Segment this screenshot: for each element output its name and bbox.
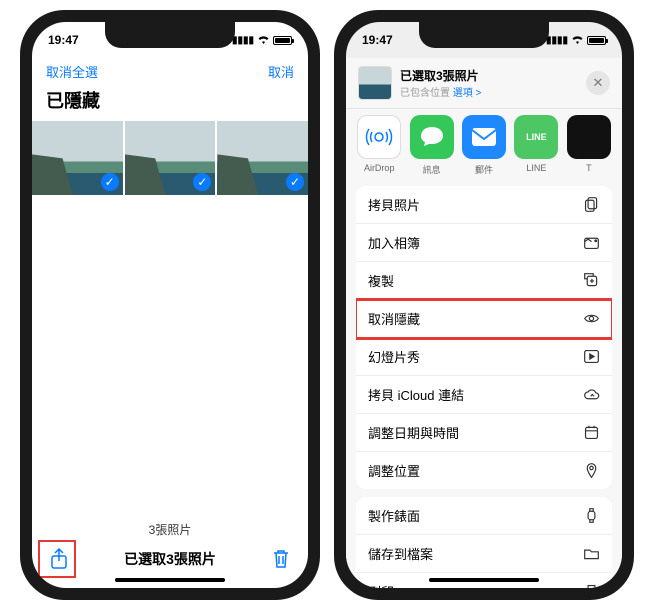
action-label: 拷貝照片 xyxy=(368,195,420,214)
battery-icon xyxy=(273,36,292,45)
notch xyxy=(105,22,235,48)
action-group: 拷貝照片加入相簿複製取消隱藏幻燈片秀拷貝 iCloud 連結調整日期與時間調整位… xyxy=(356,186,612,489)
app-icon: LINE xyxy=(514,115,558,159)
action-label: 儲存到檔案 xyxy=(368,544,433,563)
action-cloud[interactable]: 拷貝 iCloud 連結 xyxy=(356,376,612,414)
photo-thumb[interactable]: ✓ xyxy=(125,121,216,195)
signal-icon: ▮▮▮▮ xyxy=(546,35,568,46)
app-郵件[interactable]: 郵件 xyxy=(461,115,507,176)
action-label: 製作錶面 xyxy=(368,506,420,525)
action-label: 取消隱藏 xyxy=(368,309,420,328)
home-indicator[interactable] xyxy=(115,578,225,582)
action-list: 拷貝照片加入相簿複製取消隱藏幻燈片秀拷貝 iCloud 連結調整日期與時間調整位… xyxy=(346,180,622,588)
wifi-icon xyxy=(257,35,270,45)
check-icon: ✓ xyxy=(101,173,119,191)
copy-icon xyxy=(582,196,600,214)
action-album[interactable]: 加入相簿 xyxy=(356,224,612,262)
clock: 19:47 xyxy=(48,33,79,47)
action-label: 調整位置 xyxy=(368,461,420,480)
folder-icon xyxy=(582,545,600,563)
app-icon xyxy=(462,115,506,159)
action-label: 加入相簿 xyxy=(368,233,420,252)
printer-icon xyxy=(582,583,600,589)
trash-icon[interactable] xyxy=(270,548,292,570)
status-icons: ▮▮▮▮ xyxy=(232,35,292,46)
action-play[interactable]: 幻燈片秀 xyxy=(356,338,612,376)
action-group: 製作錶面儲存到檔案列印利用PDF Reader編輯PDF xyxy=(356,497,612,588)
action-watch[interactable]: 製作錶面 xyxy=(356,497,612,535)
app-LINE[interactable]: LINE LINE xyxy=(513,115,559,176)
photo-thumb[interactable]: ✓ xyxy=(32,121,123,195)
battery-icon xyxy=(587,36,606,45)
app-icon xyxy=(567,115,611,159)
app-label: T xyxy=(566,163,612,173)
app-label: AirDrop xyxy=(356,163,402,173)
album-title: 已隱藏 xyxy=(32,85,308,121)
photo-grid: ✓ ✓ ✓ xyxy=(32,121,308,195)
share-thumb-icon xyxy=(358,66,392,100)
pin-icon xyxy=(582,462,600,480)
app-label: 郵件 xyxy=(461,163,507,176)
action-eye[interactable]: 取消隱藏 xyxy=(356,300,612,338)
app-T[interactable]: T xyxy=(566,115,612,176)
action-label: 列印 xyxy=(368,582,394,588)
action-label: 調整日期與時間 xyxy=(368,423,459,442)
screen-right: 19:47 ▮▮▮▮ 已選取3張照片 已包含位置 選項 > ✕ AirDrop 訊… xyxy=(346,22,622,588)
share-subtitle: 已包含位置 選項 > xyxy=(400,84,481,99)
close-icon[interactable]: ✕ xyxy=(586,71,610,95)
share-sub-prefix: 已包含位置 xyxy=(400,88,453,99)
photo-count: 3張照片 xyxy=(32,521,308,538)
action-pin[interactable]: 調整位置 xyxy=(356,452,612,489)
app-label: 訊息 xyxy=(408,163,454,176)
app-icon xyxy=(357,115,401,159)
app-label: LINE xyxy=(513,163,559,173)
status-icons: ▮▮▮▮ xyxy=(546,35,606,46)
share-header: 已選取3張照片 已包含位置 選項 > ✕ xyxy=(346,58,622,109)
app-AirDrop[interactable]: AirDrop xyxy=(356,115,402,176)
share-options-link[interactable]: 選項 > xyxy=(453,88,482,99)
eye-icon xyxy=(582,310,600,328)
share-header-text: 已選取3張照片 已包含位置 選項 > xyxy=(400,67,481,99)
action-label: 拷貝 iCloud 連結 xyxy=(368,385,464,404)
app-訊息[interactable]: 訊息 xyxy=(408,115,454,176)
play-icon xyxy=(582,348,600,366)
action-label: 複製 xyxy=(368,271,394,290)
check-icon: ✓ xyxy=(193,173,211,191)
calendar-icon xyxy=(582,424,600,442)
notch xyxy=(419,22,549,48)
action-calendar[interactable]: 調整日期與時間 xyxy=(356,414,612,452)
check-icon: ✓ xyxy=(286,173,304,191)
action-copy[interactable]: 拷貝照片 xyxy=(356,186,612,224)
selection-topbar: 取消全選 取消 xyxy=(32,58,308,85)
app-icon xyxy=(410,115,454,159)
album-icon xyxy=(582,234,600,252)
signal-icon: ▮▮▮▮ xyxy=(232,35,254,46)
selection-title: 已選取3張照片 xyxy=(124,549,216,569)
watch-icon xyxy=(582,507,600,525)
action-folder[interactable]: 儲存到檔案 xyxy=(356,535,612,573)
photo-thumb[interactable]: ✓ xyxy=(217,121,308,195)
apps-row: AirDrop 訊息郵件 LINE LINE T xyxy=(346,109,622,180)
share-title: 已選取3張照片 xyxy=(400,67,481,84)
highlight-share xyxy=(38,540,76,578)
cloud-icon xyxy=(582,386,600,404)
cancel-button[interactable]: 取消 xyxy=(268,62,294,81)
phone-frame-right: 19:47 ▮▮▮▮ 已選取3張照片 已包含位置 選項 > ✕ AirDrop 訊… xyxy=(334,10,634,600)
deselect-all-button[interactable]: 取消全選 xyxy=(46,62,98,81)
wifi-icon xyxy=(571,35,584,45)
action-label: 幻燈片秀 xyxy=(368,347,420,366)
screen-left: 19:47 ▮▮▮▮ 取消全選 取消 已隱藏 ✓ ✓ ✓ 3張照片 已選取3張照… xyxy=(32,22,308,588)
phone-frame-left: 19:47 ▮▮▮▮ 取消全選 取消 已隱藏 ✓ ✓ ✓ 3張照片 已選取3張照… xyxy=(20,10,320,600)
clock: 19:47 xyxy=(362,33,393,47)
action-duplicate[interactable]: 複製 xyxy=(356,262,612,300)
duplicate-icon xyxy=(582,272,600,290)
home-indicator[interactable] xyxy=(429,578,539,582)
